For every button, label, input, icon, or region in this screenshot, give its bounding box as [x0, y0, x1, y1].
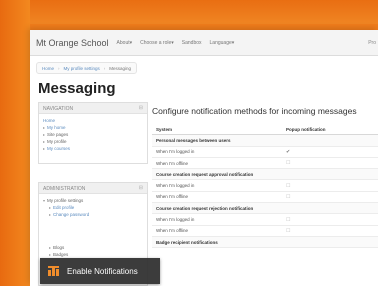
popup-checkbox[interactable]: ☐ — [286, 228, 290, 234]
table-section-row: Personal messages between users — [152, 135, 378, 147]
expand-icon: ▸ — [49, 252, 52, 257]
collapse-icon: ▾ — [43, 198, 46, 203]
row-label: When I'm logged in — [156, 183, 195, 189]
section-label: Personal messages between users — [156, 137, 231, 143]
column-header-popup: Popup notification — [286, 126, 326, 132]
nav-item-home[interactable]: Home — [43, 117, 143, 124]
administration-block-header: ADMINISTRATION ⊟ — [39, 183, 147, 194]
popup-checkbox-checked[interactable]: ✔ — [286, 149, 290, 155]
navigation-block-title: NAVIGATION — [43, 106, 74, 112]
row-label: When I'm logged in — [156, 149, 195, 155]
navigation-block: NAVIGATION ⊟ Home ▸ My home ▸ Site pages ▸… — [38, 102, 148, 164]
breadcrumb-separator: › — [103, 65, 106, 71]
table-row: When I'm logged in ☐ — [152, 180, 378, 192]
table-row: When I'm offline ☐ — [152, 226, 378, 237]
row-label: When I'm logged in — [156, 217, 195, 223]
table-header-row: System Popup notification — [152, 124, 378, 136]
nav-item-my-home[interactable]: ▸ My home — [43, 124, 143, 131]
nav-choose-role[interactable]: Choose a role▾ — [140, 40, 174, 46]
admin-item-profile-settings[interactable]: ▾ My profile settings — [43, 197, 143, 204]
table-row: When I'm logged in ✔ — [152, 147, 378, 158]
breadcrumb-home[interactable]: Home — [42, 66, 54, 71]
enable-notifications-label: Enable Notifications — [67, 266, 138, 276]
site-brand[interactable]: Mt Orange School — [36, 38, 109, 48]
nav-about[interactable]: About▾ — [117, 40, 133, 46]
nav-item-site-pages[interactable]: ▸ Site pages — [43, 131, 143, 138]
block-collapse-icon[interactable]: ⊟ — [139, 185, 143, 191]
browser-screen: Mt Orange School About▾ Choose a role▾ S… — [30, 30, 378, 286]
nav-sandbox[interactable]: Sandbox — [182, 40, 202, 46]
admin-item-badges[interactable]: ▸ Badges — [43, 251, 143, 258]
breadcrumb: Home › My profile settings › Messaging — [36, 62, 138, 74]
admin-item-blogs[interactable]: ▸ Blogs — [43, 244, 143, 251]
table-section-row: Course creation request approval notific… — [152, 169, 378, 181]
column-header-system: System — [156, 126, 173, 132]
bullet-icon: ▸ — [49, 212, 52, 217]
popup-checkbox[interactable]: ☐ — [286, 183, 290, 189]
popup-checkbox[interactable]: ☐ — [286, 217, 290, 223]
section-label: Course creation request rejection notifi… — [156, 205, 254, 211]
main-heading: Configure notification methods for incom… — [152, 106, 357, 116]
top-navbar: Mt Orange School About▾ Choose a role▾ S… — [30, 30, 378, 56]
table-row: When I'm logged in ☐ — [152, 214, 378, 226]
bullet-icon: ▸ — [49, 205, 52, 210]
nav-profile-link[interactable]: Pro — [368, 40, 376, 46]
section-label: Badge recipient notifications — [156, 239, 218, 245]
nav-language[interactable]: Language▾ — [210, 40, 235, 46]
table-section-row: Course creation request rejection notifi… — [152, 203, 378, 215]
table-section-row: Badge recipient notifications — [152, 236, 378, 249]
admin-item-change-password[interactable]: ▸ Change password — [43, 211, 143, 218]
moodle-logo-icon — [48, 266, 62, 276]
nav-item-my-courses[interactable]: ▸ My courses — [43, 145, 143, 152]
expand-icon: ▸ — [43, 139, 46, 144]
row-label: When I'm offline — [156, 160, 189, 166]
page-title: Messaging — [38, 80, 116, 97]
table-row: When I'm offline ☐ — [152, 192, 378, 204]
navigation-block-header: NAVIGATION ⊟ — [39, 103, 147, 114]
section-label: Course creation request approval notific… — [156, 171, 254, 177]
enable-notifications-banner[interactable]: Enable Notifications — [40, 258, 160, 284]
breadcrumb-messaging: Messaging — [109, 65, 132, 71]
row-label: When I'm offline — [156, 228, 189, 234]
expand-icon: ▸ — [43, 146, 46, 151]
row-label: When I'm offline — [156, 194, 189, 200]
popup-checkbox[interactable]: ☐ — [286, 194, 290, 200]
expand-icon: ▸ — [43, 132, 46, 137]
table-row: When I'm offline ☐ — [152, 158, 378, 170]
popup-checkbox[interactable]: ☐ — [286, 160, 290, 166]
orange-background-top — [0, 0, 378, 24]
nav-item-my-profile[interactable]: ▸ My profile — [43, 138, 143, 145]
bullet-icon: ▸ — [43, 125, 46, 130]
administration-block-title: ADMINISTRATION — [43, 186, 86, 192]
breadcrumb-separator: › — [58, 65, 60, 71]
block-collapse-icon[interactable]: ⊟ — [139, 105, 143, 111]
admin-item-edit-profile[interactable]: ▸ Edit profile — [43, 204, 143, 211]
orange-background-left — [0, 0, 30, 286]
notification-table: System Popup notification Personal messa… — [152, 124, 378, 249]
breadcrumb-profile-settings[interactable]: My profile settings — [64, 66, 100, 71]
expand-icon: ▸ — [49, 245, 52, 250]
